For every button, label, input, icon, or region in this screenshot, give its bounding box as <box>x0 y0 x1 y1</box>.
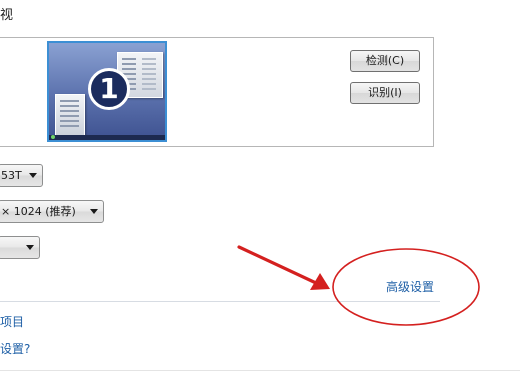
start-orb-icon <box>51 135 55 139</box>
identify-button[interactable]: 识别(I) <box>350 82 420 104</box>
desktop-window-icon <box>55 94 85 136</box>
display-select-value: 53T <box>1 169 22 182</box>
resolution-select-value: × 1024 (推荐) <box>1 205 76 218</box>
display-select[interactable]: 53T <box>0 164 43 187</box>
settings-help-link[interactable]: 设置? <box>0 340 30 357</box>
detect-button[interactable]: 检测(C) <box>350 50 420 72</box>
resolution-select[interactable]: × 1024 (推荐) <box>0 200 104 223</box>
orientation-select[interactable] <box>0 236 40 259</box>
chevron-down-icon <box>90 209 98 214</box>
advanced-settings-link[interactable]: 高级设置 <box>386 278 434 295</box>
chevron-down-icon <box>26 245 34 250</box>
monitor-1-thumbnail[interactable]: 1 <box>47 41 167 142</box>
monitor-number-badge: 1 <box>88 68 130 110</box>
annotation-arrow-icon <box>237 245 330 290</box>
section-divider <box>0 301 440 302</box>
window-title: 视 <box>0 8 14 23</box>
chevron-down-icon <box>29 173 37 178</box>
items-link[interactable]: 项目 <box>0 313 24 330</box>
bottom-divider <box>0 370 520 371</box>
taskbar-preview <box>49 135 165 140</box>
